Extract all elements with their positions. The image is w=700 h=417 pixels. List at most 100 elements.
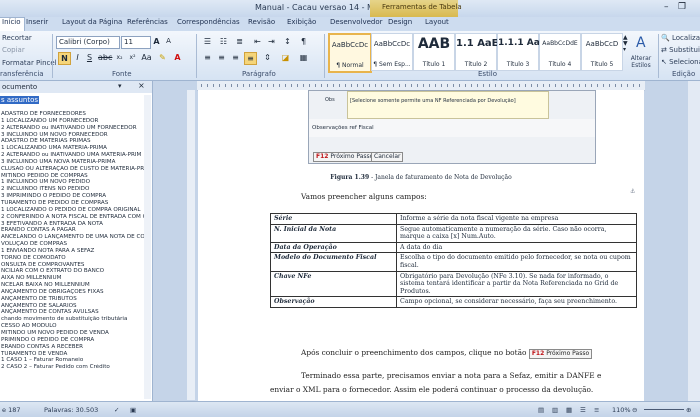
nav-heading-item[interactable]: TURAMENTO DE VENDA [0,351,150,358]
nav-heading-item[interactable]: ONSULTA DE COMPROVANTES [0,262,150,269]
full-screen-icon[interactable]: ▥ [552,406,558,414]
nav-heading-item[interactable]: ANÇAMENTO DE OBRIGAÇÕES FIXAS [0,289,150,296]
document-page[interactable]: Obs [Selecione somente permite uma NF Re… [198,90,644,401]
cut-button[interactable]: Recortar [2,34,32,42]
zoom-in-icon[interactable]: ⊕ [686,406,691,414]
draft-icon[interactable]: ≡ [594,406,599,414]
increase-indent-icon[interactable]: ⇥ [266,36,277,47]
zoom-out-icon[interactable]: ⊖ [632,406,637,414]
subscript-icon[interactable]: x₂ [114,52,125,63]
line-spacing-icon[interactable]: ⇕ [262,52,273,63]
nav-heading-item[interactable]: NCILIAR COM O EXTRATO DO BANCO [0,268,150,275]
styles-scroll-icon[interactable]: ▲ ▼ ▾ [623,35,628,53]
nav-heading-item[interactable]: chando movimento de substituição tributá… [0,316,150,323]
nav-heading-item[interactable]: ANÇAMENTO DE TRIBUTOS [0,296,150,303]
align-left-icon[interactable]: ≡ [202,52,213,63]
superscript-icon[interactable]: x² [127,52,138,63]
word-count[interactable]: Palavras: 30.503 [44,406,98,414]
style-titulo-1[interactable]: AAB Título 1 [413,33,455,71]
outline-icon[interactable]: ☰ [580,406,586,414]
vertical-scrollbar[interactable] [688,81,700,401]
multilevel-list-icon[interactable]: ≣ [234,36,245,47]
font-color-icon[interactable]: A [172,52,183,63]
nav-heading-item[interactable]: 1 ENVIANDO NOTA PARA A SEFAZ [0,248,150,255]
nav-heading-item[interactable]: TURAMENTO DE PEDIDO DE COMPRAS [0,200,150,207]
nav-heading-item[interactable]: AIXA NO MILLENNIUM [0,275,150,282]
style-titulo-5[interactable]: AaBbCcD Título 5 [581,33,623,71]
italic-icon[interactable]: I [72,52,83,63]
nav-heading-item[interactable]: ADASTRO DE MATÉRIAS PRIMAS [0,138,150,145]
nav-heading-item[interactable]: ERANDO CONTAS A RECEBER [0,344,150,351]
nav-heading-item[interactable]: 2 INCLUINDO ÍTENS NO PEDIDO [0,186,150,193]
nav-scrollbar[interactable] [144,95,151,399]
nav-heading-item[interactable]: PRIMINDO O PEDIDO DE COMPRA [0,337,150,344]
chevron-down-icon[interactable]: ▾ [118,82,122,90]
tab-layout[interactable]: Layout [425,18,449,26]
zoom-level[interactable]: 110% [612,406,631,414]
change-case-icon[interactable]: Aa [141,52,152,63]
tab-inicio[interactable]: Início [0,17,25,31]
nav-heading-item[interactable]: 3 INCLUINDO UM NOVO FORNECEDOR [0,132,150,139]
style-sem-espacamento[interactable]: AaBbCcDc ¶ Sem Esp... [371,33,413,71]
borders-icon[interactable]: ▦ [298,52,309,63]
nav-heading-item[interactable]: 2 ALTERANDO ou INATIVANDO UMA MATÉRIA-PR… [0,152,150,159]
proofing-icon[interactable]: ✓ [114,406,119,414]
font-name-select[interactable]: Calibri (Corpo) [56,36,120,49]
close-icon[interactable]: × [138,81,145,90]
nav-heading-item[interactable]: VOLUÇÃO DE COMPRAS [0,241,150,248]
align-right-icon[interactable]: ≡ [230,52,241,63]
tab-correspondencias[interactable]: Correspondências [177,18,240,26]
zoom-slider[interactable] [644,409,684,410]
decrease-indent-icon[interactable]: ⇤ [252,36,263,47]
format-painter-button[interactable]: Formatar Pincel [2,59,57,67]
replace-button[interactable]: ⇄ Substituir [661,46,700,54]
web-layout-icon[interactable]: ▦ [566,406,572,414]
nav-heading-item[interactable]: 1 LOCALIZANDO UMA MATÉRIA-PRIMA [0,145,150,152]
nav-heading-item[interactable]: 1 INCLUINDO UM NOVO PEDIDO [0,179,150,186]
page-indicator[interactable]: e 187 [2,406,20,414]
tab-design[interactable]: Design [388,18,412,26]
nav-heading-item[interactable]: CLUSÃO OU ALTERAÇÃO DE CUSTO DE MATÉRIA-… [0,166,150,173]
maximize-icon[interactable]: ❐ [678,2,686,12]
nav-heading-item[interactable]: 3 INCLUINDO UMA NOVA MATÉRIA-PRIMA [0,159,150,166]
strikethrough-icon[interactable]: abc [98,52,112,63]
shrink-font-icon[interactable]: A [163,36,174,47]
tab-exibicao[interactable]: Exibição [287,18,316,26]
nav-heading-item[interactable]: ANÇAMENTO DE SALARIOS [0,303,150,310]
nav-selected-item[interactable]: s assuntos [0,96,39,104]
nav-heading-item[interactable]: NCELAR BAIXA NO MILLENNIUM [0,282,150,289]
nav-heading-item[interactable]: 2 ALTERANDO ou INATIVANDO UM FORNECEDOR [0,125,150,132]
underline-icon[interactable]: S [84,52,95,63]
minimize-icon[interactable]: – [664,2,669,12]
nav-heading-item[interactable]: MITINDO UM NOVO PEDIDO DE VENDA [0,330,150,337]
nav-heading-item[interactable]: CESSO AO MÓDULO [0,323,150,330]
tab-inserir[interactable]: Inserir [26,18,48,26]
find-button[interactable]: 🔍 Localizar [661,34,700,42]
bullets-icon[interactable]: ☰ [202,36,213,47]
highlight-icon[interactable]: ✎ [157,52,168,63]
copy-button[interactable]: Copiar [2,46,25,54]
nav-heading-item[interactable]: 3 IMPRIMINDO O PEDIDO DE COMPRA [0,193,150,200]
nav-heading-item[interactable]: 3 EFETIVANDO A ENTRADA DA NOTA [0,221,150,228]
font-size-select[interactable]: 11 [121,36,151,49]
nav-heading-item[interactable]: MITINDO PEDIDO DE COMPRAS [0,173,150,180]
show-marks-icon[interactable]: ¶ [298,36,309,47]
select-button[interactable]: ↖ Selecionar [661,58,700,66]
align-center-icon[interactable]: ≡ [216,52,227,63]
nav-heading-item[interactable]: 1 LOCALIZANDO UM FORNECEDOR [0,118,150,125]
numbering-icon[interactable]: ☷ [218,36,229,47]
macro-record-icon[interactable]: ▣ [130,406,136,414]
shading-icon[interactable]: ◪ [280,52,291,63]
nav-heading-item[interactable]: ERANDO CONTAS A PAGAR [0,227,150,234]
nav-heading-item[interactable]: ANÇAMENTO DE CONTAS AVULSAS [0,309,150,316]
grow-font-icon[interactable]: A [151,36,162,47]
nav-view-dropdown[interactable]: ocumento [2,83,37,91]
tab-desenvolvedor[interactable]: Desenvolvedor [330,18,383,26]
justify-icon[interactable]: ≡ [244,52,257,65]
nav-heading-item[interactable]: ADASTRO DE FORNECEDORES [0,111,150,118]
nav-heading-item[interactable]: 1 LOCALIZANDO O PEDIDO DE COMPRA ORIGINA… [0,207,150,214]
change-styles-icon[interactable]: A [636,35,646,51]
style-titulo-3[interactable]: 1.1.1 Aa Título 3 [497,33,540,71]
nav-heading-item[interactable]: TORNO DE COMODATO [0,255,150,262]
style-titulo-4[interactable]: AaBbCcDdE Título 4 [539,33,581,71]
